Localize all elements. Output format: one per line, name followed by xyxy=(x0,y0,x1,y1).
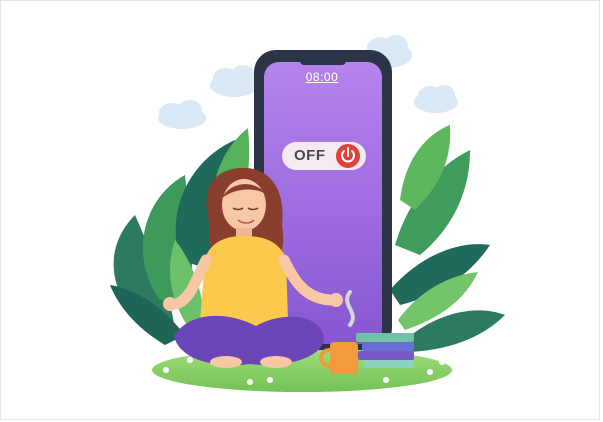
book-stack xyxy=(356,333,414,368)
cloud-left xyxy=(158,100,206,129)
cloud-top-left xyxy=(210,65,258,97)
illustration-frame: 08:00 OFF xyxy=(0,0,603,422)
off-label: OFF xyxy=(294,147,326,164)
foliage-right xyxy=(390,125,505,352)
cloud-right xyxy=(414,85,458,113)
phone-clock: 08:00 xyxy=(305,70,339,84)
meditation-illustration xyxy=(110,35,505,392)
